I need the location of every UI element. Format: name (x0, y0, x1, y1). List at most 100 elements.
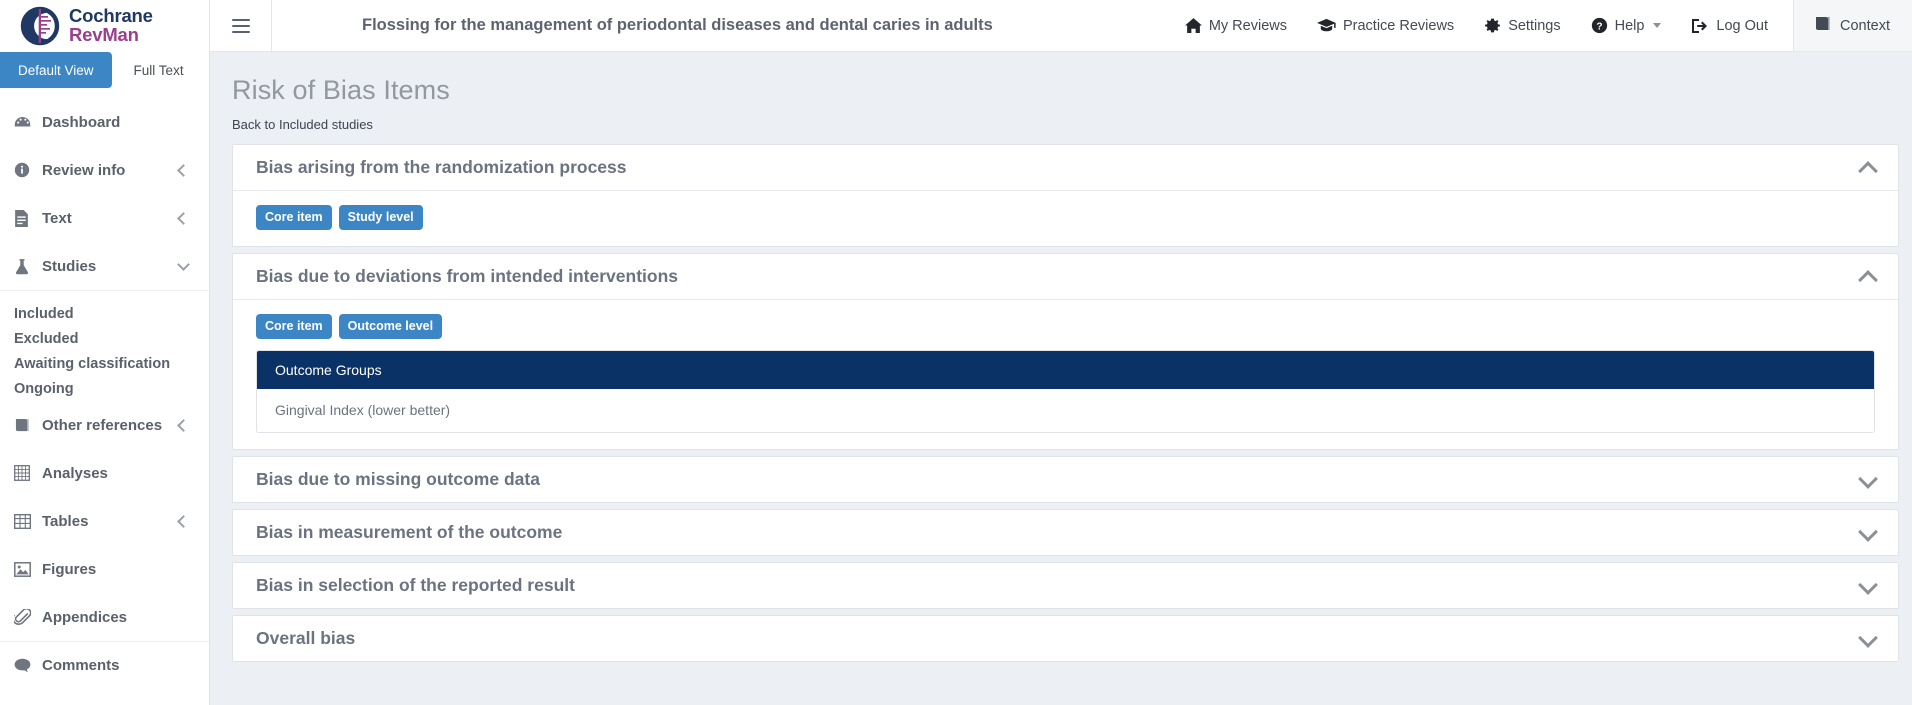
sign-out-icon (1691, 18, 1709, 34)
sidebar-item-comments[interactable]: Comments (0, 641, 209, 689)
grid-analyses-icon (14, 465, 38, 481)
dashboard-icon (14, 114, 38, 131)
nav-help-label: Help (1615, 18, 1645, 34)
sidebar-item-studies-label: Studies (38, 258, 179, 275)
sidebar-item-included[interactable]: Included (0, 301, 209, 326)
nav-help[interactable]: ? Help (1576, 0, 1677, 51)
chevron-left-icon (177, 419, 190, 432)
sidebar-item-other-references-label: Other references (38, 417, 179, 434)
sidebar-item-analyses-label: Analyses (38, 465, 195, 482)
studies-submenu: Included Excluded Awaiting classificatio… (0, 290, 209, 401)
nav-log-out[interactable]: Log Out (1676, 0, 1783, 51)
chevron-left-icon (177, 164, 190, 177)
top-header-bar: Cochrane RevMan Flossing for the managem… (0, 0, 1912, 52)
context-button[interactable]: Context (1793, 0, 1912, 51)
panel-header[interactable]: Bias in measurement of the outcome (233, 510, 1898, 555)
tab-default-view[interactable]: Default View (0, 52, 112, 88)
sidebar-item-review-info-label: Review info (38, 162, 179, 179)
sidebar-item-text[interactable]: Text (0, 194, 209, 242)
graduation-cap-icon (1317, 17, 1336, 34)
sidebar-item-other-references[interactable]: Other references (0, 401, 209, 449)
panel-bias-randomization: Bias arising from the randomization proc… (232, 144, 1899, 247)
panel-bias-measurement: Bias in measurement of the outcome (232, 509, 1899, 556)
comment-icon (14, 658, 38, 673)
tag-outcome-level[interactable]: Outcome level (339, 314, 442, 339)
back-to-included-studies-link[interactable]: Back to Included studies (211, 106, 373, 132)
outcome-groups-table: Outcome Groups Gingival Index (lower bet… (256, 350, 1875, 433)
view-mode-tabs: Default View Full Text (0, 52, 209, 88)
svg-text:?: ? (1596, 21, 1602, 32)
chevron-up-icon[interactable] (1859, 268, 1876, 285)
sidebar-toggle-button[interactable] (210, 0, 272, 51)
gear-icon (1484, 17, 1501, 34)
nav-log-out-label: Log Out (1716, 18, 1768, 34)
sidebar-item-dashboard-label: Dashboard (38, 114, 195, 131)
sidebar: Default View Full Text Dashboard Review … (0, 52, 210, 705)
sidebar-item-figures-label: Figures (38, 561, 195, 578)
home-icon (1185, 17, 1202, 34)
sidebar-item-tables-label: Tables (38, 513, 179, 530)
document-icon (14, 210, 38, 227)
risk-of-bias-panel-list: Bias arising from the randomization proc… (232, 144, 1899, 662)
question-circle-icon: ? (1591, 17, 1608, 34)
panel-header[interactable]: Bias due to deviations from intended int… (233, 254, 1898, 299)
sidebar-item-figures[interactable]: Figures (0, 545, 209, 593)
panel-title: Bias in selection of the reported result (256, 575, 575, 596)
panel-bias-deviations: Bias due to deviations from intended int… (232, 253, 1899, 450)
sidebar-item-excluded[interactable]: Excluded (0, 326, 209, 351)
panel-header[interactable]: Bias arising from the randomization proc… (233, 145, 1898, 190)
tag-core-item[interactable]: Core item (256, 205, 332, 230)
info-circle-icon (14, 162, 38, 178)
sidebar-item-tables[interactable]: Tables (0, 497, 209, 545)
tab-full-text[interactable]: Full Text (112, 52, 206, 88)
panel-title: Bias due to deviations from intended int… (256, 266, 678, 287)
sidebar-item-studies[interactable]: Studies (0, 242, 209, 290)
chevron-down-icon (1653, 23, 1661, 28)
image-icon (14, 562, 38, 577)
chevron-down-icon[interactable] (1859, 524, 1876, 541)
panel-bias-selection-reported-result: Bias in selection of the reported result (232, 562, 1899, 609)
sidebar-item-dashboard[interactable]: Dashboard (0, 98, 209, 146)
hamburger-menu-icon (232, 19, 250, 33)
outcome-group-row[interactable]: Gingival Index (lower better) (257, 389, 1874, 432)
context-button-label: Context (1840, 18, 1890, 34)
chevron-down-icon[interactable] (1859, 630, 1876, 647)
nav-settings[interactable]: Settings (1469, 0, 1575, 51)
flask-icon (14, 258, 38, 275)
sidebar-item-review-info[interactable]: Review info (0, 146, 209, 194)
sidebar-item-ongoing[interactable]: Ongoing (0, 376, 209, 401)
panel-header[interactable]: Overall bias (233, 616, 1898, 661)
sidebar-item-appendices-label: Appendices (38, 609, 195, 626)
sidebar-item-analyses[interactable]: Analyses (0, 449, 209, 497)
tag-row: Core item Outcome level (256, 314, 1875, 339)
panel-header[interactable]: Bias in selection of the reported result (233, 563, 1898, 608)
panel-title: Overall bias (256, 628, 355, 649)
panel-title: Bias due to missing outcome data (256, 469, 540, 490)
tag-study-level[interactable]: Study level (339, 205, 423, 230)
nav-practice-reviews-label: Practice Reviews (1343, 18, 1454, 34)
outcome-groups-header: Outcome Groups (257, 351, 1874, 389)
nav-settings-label: Settings (1508, 18, 1560, 34)
cochrane-logo-icon (20, 6, 60, 46)
nav-practice-reviews[interactable]: Practice Reviews (1302, 0, 1469, 51)
panel-header[interactable]: Bias due to missing outcome data (233, 457, 1898, 502)
panel-body: Core item Outcome level Outcome Groups G… (233, 299, 1898, 449)
sidebar-item-awaiting-classification[interactable]: Awaiting classification (0, 351, 209, 376)
chevron-down-icon[interactable] (1859, 577, 1876, 594)
chevron-down-icon[interactable] (1859, 471, 1876, 488)
brand-logo-area[interactable]: Cochrane RevMan (0, 0, 210, 52)
panel-title: Bias in measurement of the outcome (256, 522, 562, 543)
book-icon (1814, 16, 1832, 36)
review-title: Flossing for the management of periodont… (272, 0, 1170, 51)
book-icon (14, 418, 38, 433)
table-icon (14, 514, 38, 529)
tag-row: Core item Study level (256, 205, 1875, 230)
brand-name-secondary: RevMan (69, 26, 153, 45)
sidebar-item-text-label: Text (38, 210, 179, 227)
chevron-up-icon[interactable] (1859, 159, 1876, 176)
chevron-left-icon (177, 515, 190, 528)
tag-core-item[interactable]: Core item (256, 314, 332, 339)
panel-bias-missing-data: Bias due to missing outcome data (232, 456, 1899, 503)
nav-my-reviews[interactable]: My Reviews (1170, 0, 1302, 51)
sidebar-item-appendices[interactable]: Appendices (0, 593, 209, 641)
